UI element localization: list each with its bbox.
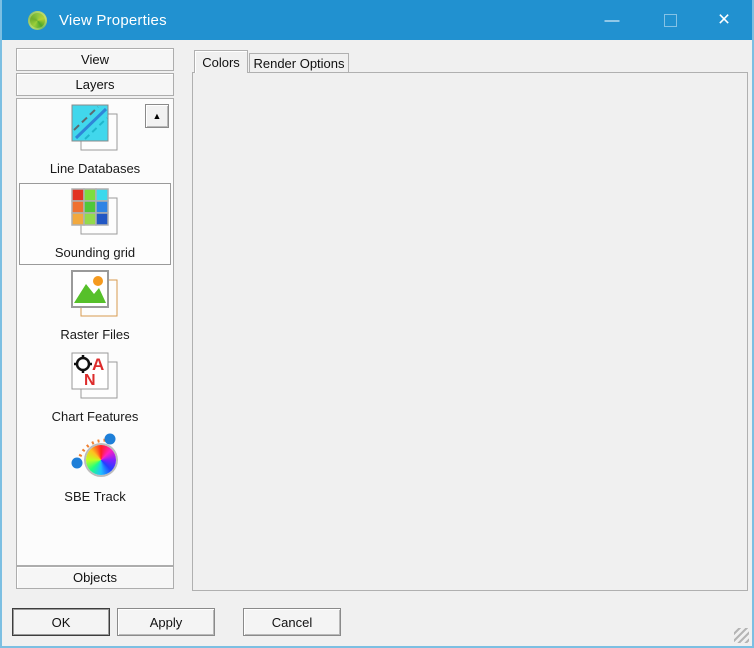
view-properties-dialog: View Properties — × View Layers ▲ Line D… (0, 0, 754, 648)
sidebar-item-label: Line Databases (17, 161, 173, 176)
sidebar-item-label: Sounding grid (17, 245, 173, 260)
layers-panel: ▲ Line Databases (16, 98, 174, 566)
tab-render-options[interactable]: Render Options (249, 53, 349, 73)
window-title: View Properties (59, 12, 167, 29)
sidebar-item-chart-features[interactable]: A N Chart Features (17, 352, 173, 424)
sounding-grid-icon (71, 188, 119, 241)
sidebar-item-line-databases[interactable]: Line Databases (17, 104, 173, 176)
sidebar-item-layers[interactable]: Layers (16, 73, 174, 96)
cancel-button[interactable]: Cancel (243, 608, 341, 636)
maximize-icon (664, 14, 677, 27)
sidebar-item-raster-files[interactable]: Raster Files (17, 270, 173, 342)
line-databases-icon (71, 104, 119, 157)
raster-files-icon (71, 270, 119, 323)
sidebar-item-sounding-grid[interactable]: Sounding grid (17, 188, 173, 260)
app-icon (28, 11, 47, 30)
resize-grip[interactable] (734, 628, 749, 643)
title-bar: View Properties — × (0, 0, 754, 40)
ok-button[interactable]: OK (12, 608, 110, 636)
sidebar-item-sbe-track[interactable]: SBE Track (17, 432, 173, 504)
minimize-button[interactable]: — (590, 0, 634, 40)
maximize-button[interactable] (648, 0, 692, 40)
svg-text:N: N (84, 372, 96, 389)
sidebar-item-label: SBE Track (17, 489, 173, 504)
sidebar-item-label: Raster Files (17, 327, 173, 342)
chart-features-icon: A N (71, 352, 119, 405)
tab-colors[interactable]: Colors (194, 50, 248, 73)
sbe-track-icon (70, 432, 120, 480)
sidebar-item-label: Chart Features (17, 409, 173, 424)
colors-tab-page (192, 72, 748, 591)
sidebar-item-objects[interactable]: Objects (16, 566, 174, 589)
sidebar-item-view[interactable]: View (16, 48, 174, 71)
apply-button[interactable]: Apply (117, 608, 215, 636)
close-button[interactable]: × (702, 0, 746, 40)
